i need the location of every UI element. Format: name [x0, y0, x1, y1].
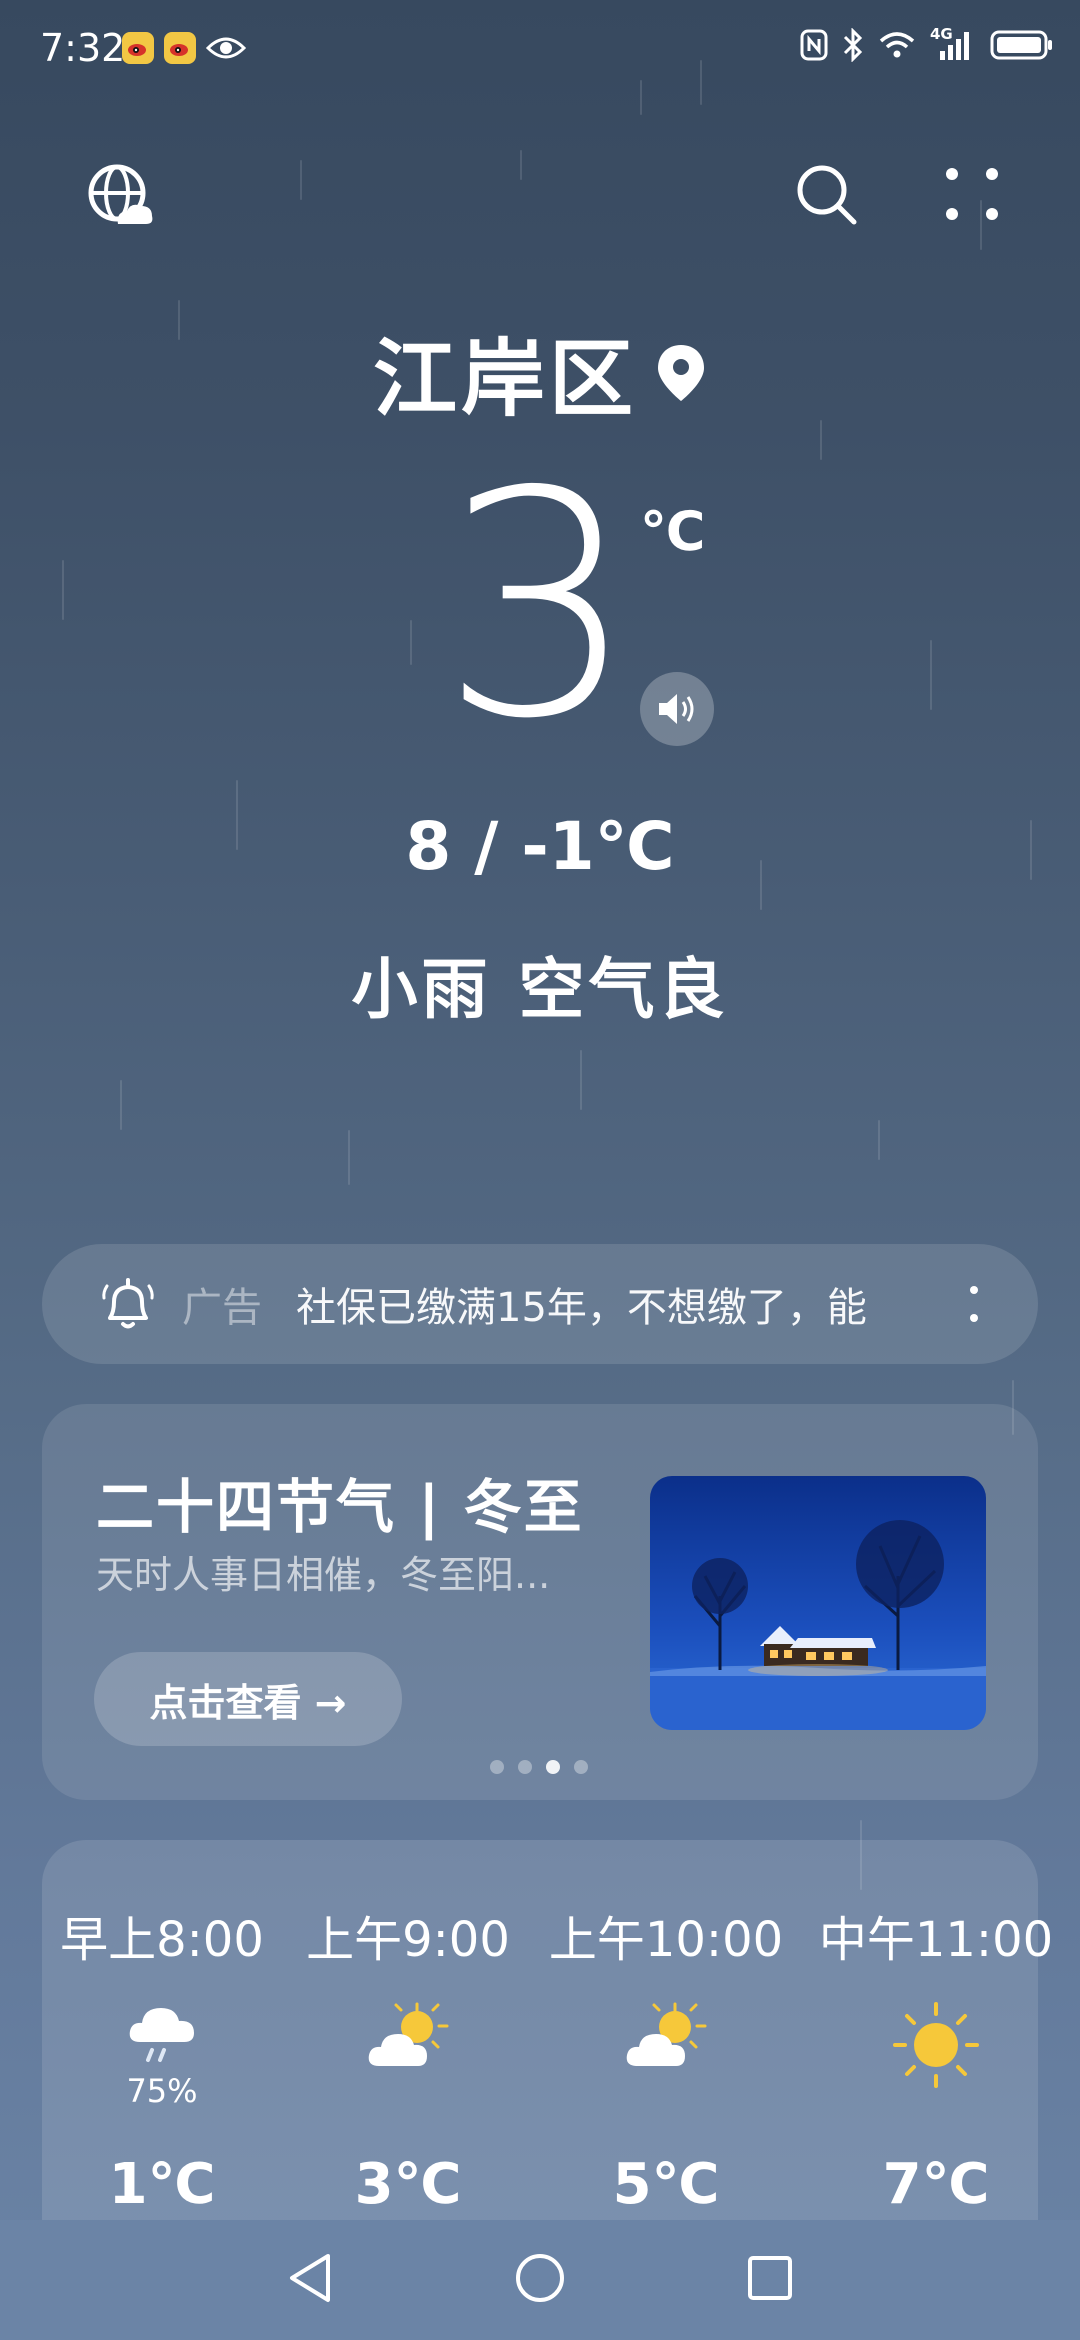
- view-details-button[interactable]: 点击查看 →: [94, 1652, 402, 1746]
- hour-time: 中午11:00: [818, 1912, 1054, 1968]
- partly-cloudy-icon: [536, 2000, 796, 2078]
- weibo-icon: [164, 32, 196, 64]
- battery-icon: [990, 30, 1052, 60]
- temperature-range: 8 / -1℃: [405, 808, 675, 885]
- carousel-dot[interactable]: [518, 1760, 532, 1774]
- ad-tag: 广告: [182, 1285, 262, 1331]
- partly-cloudy-icon: [278, 2000, 538, 2078]
- location-name: 江岸区: [372, 330, 637, 428]
- solar-term-title: 二十四节气 | 冬至: [96, 1473, 584, 1541]
- hour-precipitation: 75%: [126, 2072, 198, 2110]
- hour-time: 上午9:00: [306, 1912, 510, 1968]
- more-vertical-icon[interactable]: [970, 1284, 978, 1324]
- ad-banner[interactable]: 广告 社保已缴满15年，不想缴了，能: [42, 1244, 1038, 1364]
- current-temperature: 3: [440, 426, 638, 787]
- search-icon[interactable]: [794, 162, 860, 228]
- status-time: 7:32: [40, 26, 126, 70]
- hour-time: 上午10:00: [548, 1912, 784, 1968]
- hour-temperature: 1℃: [108, 2152, 216, 2217]
- hourly-item[interactable]: 上午9:00 3℃: [278, 1900, 538, 2217]
- carousel-dots: [490, 1760, 588, 1774]
- hour-temperature: 7℃: [882, 2152, 990, 2217]
- sun-icon: [806, 2000, 1066, 2090]
- carousel-dot-active[interactable]: [546, 1760, 560, 1774]
- hourly-item[interactable]: 中午11:00 7℃: [806, 1900, 1066, 2217]
- status-right-icons: 4G: [800, 25, 1054, 62]
- hourly-item[interactable]: 早上8:00 75% 1℃: [32, 1900, 292, 2217]
- wifi-icon: [879, 32, 915, 58]
- carousel-dot[interactable]: [490, 1760, 504, 1774]
- bluetooth-icon: [843, 28, 863, 62]
- temperature-unit: ℃: [640, 500, 706, 563]
- carousel-dot[interactable]: [574, 1760, 588, 1774]
- weibo-icon: [122, 32, 154, 64]
- home-icon[interactable]: [512, 2250, 568, 2310]
- signal-icon: 4G: [930, 25, 976, 61]
- nfc-icon: [800, 29, 828, 61]
- view-details-label: 点击查看 →: [149, 1680, 347, 1725]
- back-icon[interactable]: [284, 2250, 334, 2310]
- weather-condition: 小雨 空气良: [351, 951, 729, 1028]
- winter-scene-image[interactable]: [650, 1476, 986, 1730]
- location-pin-icon: [658, 344, 704, 401]
- eye-icon: [205, 32, 247, 64]
- hour-temperature: 3℃: [354, 2152, 462, 2217]
- ad-text: 社保已缴满15年，不想缴了，能: [296, 1285, 867, 1331]
- bell-icon: [102, 1278, 154, 1329]
- notification-icons: [122, 32, 247, 64]
- rain-cloud-icon: [32, 2000, 292, 2072]
- globe-cloud-icon[interactable]: [86, 162, 156, 232]
- recents-icon[interactable]: [744, 2250, 796, 2310]
- more-grid-icon[interactable]: [944, 166, 1000, 222]
- hourly-item[interactable]: 上午10:00 5℃: [536, 1900, 796, 2217]
- location-header[interactable]: 江岸区: [0, 312, 1080, 433]
- speaker-button[interactable]: [640, 672, 714, 746]
- hour-time: 早上8:00: [60, 1912, 264, 1968]
- speaker-icon: [659, 694, 694, 724]
- solar-term-subtitle: 天时人事日相催，冬至阳...: [96, 1553, 551, 1597]
- hour-temperature: 5℃: [612, 2152, 720, 2217]
